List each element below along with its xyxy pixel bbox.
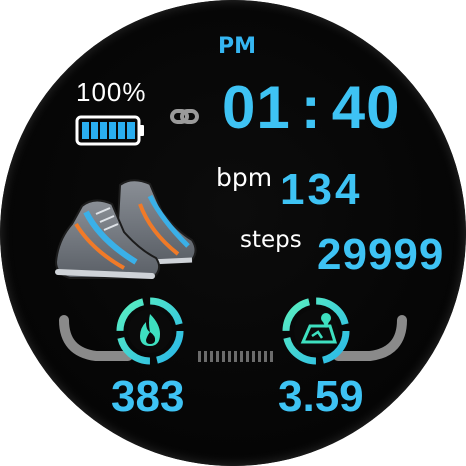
steps-label: steps bbox=[240, 227, 302, 253]
clock-hours: 01 bbox=[222, 74, 291, 141]
digital-clock: 01:40 bbox=[222, 78, 400, 138]
heart-rate-label: bpm bbox=[216, 163, 273, 192]
distance-ring bbox=[282, 297, 350, 365]
watch-face: PM 100% 01:40 bpm 134 steps 29999 383 3.… bbox=[0, 0, 466, 466]
calories-value: 383 bbox=[111, 372, 185, 421]
clock-minutes: 40 bbox=[331, 74, 401, 141]
distance-value: 3.59 bbox=[278, 372, 364, 421]
battery-percent: 100% bbox=[76, 77, 147, 107]
clock-separator: : bbox=[300, 74, 322, 141]
heart-rate-value: 134 bbox=[280, 165, 363, 214]
steps-value: 29999 bbox=[317, 230, 445, 279]
am-pm-indicator: PM bbox=[218, 34, 257, 59]
